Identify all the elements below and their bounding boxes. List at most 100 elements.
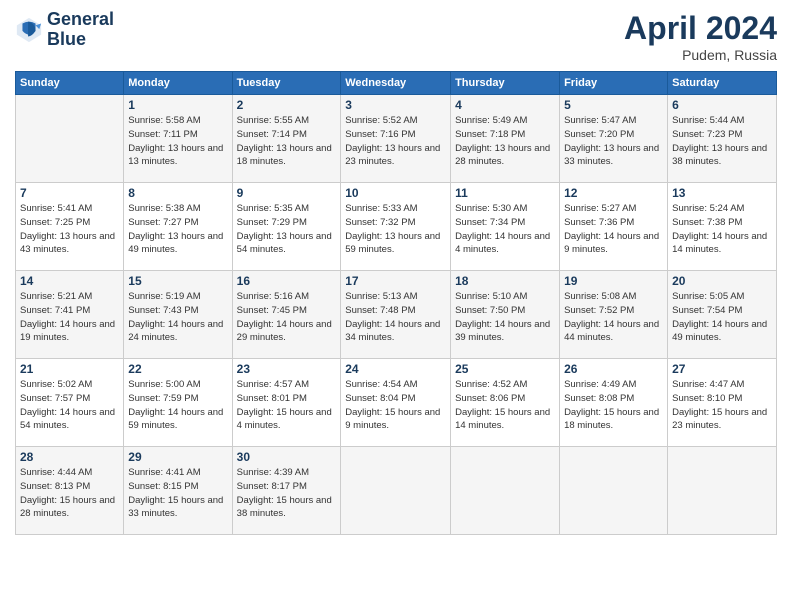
calendar-header: Sunday Monday Tuesday Wednesday Thursday… bbox=[16, 72, 777, 95]
day-info: Sunrise: 5:21 AM Sunset: 7:41 PM Dayligh… bbox=[20, 290, 119, 345]
day-info: Sunrise: 5:13 AM Sunset: 7:48 PM Dayligh… bbox=[345, 290, 446, 345]
day-info: Sunrise: 5:58 AM Sunset: 7:11 PM Dayligh… bbox=[128, 114, 227, 169]
logo: General Blue bbox=[15, 10, 114, 50]
day-number: 10 bbox=[345, 186, 446, 200]
day-number: 8 bbox=[128, 186, 227, 200]
day-number: 12 bbox=[564, 186, 663, 200]
calendar-cell: 3 Sunrise: 5:52 AM Sunset: 7:16 PM Daylig… bbox=[341, 95, 451, 183]
day-number: 5 bbox=[564, 98, 663, 112]
calendar-cell: 21 Sunrise: 5:02 AM Sunset: 7:57 PM Dayli… bbox=[16, 359, 124, 447]
day-number: 1 bbox=[128, 98, 227, 112]
day-number: 23 bbox=[237, 362, 337, 376]
calendar-cell: 25 Sunrise: 4:52 AM Sunset: 8:06 PM Dayli… bbox=[451, 359, 560, 447]
day-number: 29 bbox=[128, 450, 227, 464]
day-info: Sunrise: 4:39 AM Sunset: 8:17 PM Dayligh… bbox=[237, 466, 337, 521]
calendar-cell: 13Sunrise: 5:24 AM Sunset: 7:38 PM Dayli… bbox=[668, 183, 777, 271]
day-info: Sunrise: 5:52 AM Sunset: 7:16 PM Dayligh… bbox=[345, 114, 446, 169]
day-number: 18 bbox=[455, 274, 555, 288]
day-info: Sunrise: 5:02 AM Sunset: 7:57 PM Dayligh… bbox=[20, 378, 119, 433]
day-info: Sunrise: 5:19 AM Sunset: 7:43 PM Dayligh… bbox=[128, 290, 227, 345]
day-info: Sunrise: 5:47 AM Sunset: 7:20 PM Dayligh… bbox=[564, 114, 663, 169]
day-info: Sunrise: 4:57 AM Sunset: 8:01 PM Dayligh… bbox=[237, 378, 337, 433]
logo-icon bbox=[15, 16, 43, 44]
day-info: Sunrise: 5:49 AM Sunset: 7:18 PM Dayligh… bbox=[455, 114, 555, 169]
day-number: 24 bbox=[345, 362, 446, 376]
calendar-cell: 6Sunrise: 5:44 AM Sunset: 7:23 PM Daylig… bbox=[668, 95, 777, 183]
calendar-cell: 5 Sunrise: 5:47 AM Sunset: 7:20 PM Daylig… bbox=[560, 95, 668, 183]
day-number: 17 bbox=[345, 274, 446, 288]
calendar-cell: 27Sunrise: 4:47 AM Sunset: 8:10 PM Dayli… bbox=[668, 359, 777, 447]
calendar-cell: 1 Sunrise: 5:58 AM Sunset: 7:11 PM Daylig… bbox=[124, 95, 232, 183]
calendar-cell: 18 Sunrise: 5:10 AM Sunset: 7:50 PM Dayli… bbox=[451, 271, 560, 359]
calendar-cell: 23 Sunrise: 4:57 AM Sunset: 8:01 PM Dayli… bbox=[232, 359, 341, 447]
col-monday: Monday bbox=[124, 72, 232, 95]
header: General Blue April 2024 Pudem, Russia bbox=[15, 10, 777, 63]
day-info: Sunrise: 5:38 AM Sunset: 7:27 PM Dayligh… bbox=[128, 202, 227, 257]
col-thursday: Thursday bbox=[451, 72, 560, 95]
day-info: Sunrise: 4:54 AM Sunset: 8:04 PM Dayligh… bbox=[345, 378, 446, 433]
calendar-cell: 22Sunrise: 5:00 AM Sunset: 7:59 PM Dayli… bbox=[124, 359, 232, 447]
calendar-cell: 7 Sunrise: 5:41 AM Sunset: 7:25 PM Daylig… bbox=[16, 183, 124, 271]
calendar-cell: 8 Sunrise: 5:38 AM Sunset: 7:27 PM Daylig… bbox=[124, 183, 232, 271]
calendar-cell: 17 Sunrise: 5:13 AM Sunset: 7:48 PM Dayli… bbox=[341, 271, 451, 359]
day-info: Sunrise: 4:44 AM Sunset: 8:13 PM Dayligh… bbox=[20, 466, 119, 521]
day-number: 20 bbox=[672, 274, 772, 288]
calendar-cell bbox=[16, 95, 124, 183]
day-info: Sunrise: 5:24 AM Sunset: 7:38 PM Dayligh… bbox=[672, 202, 772, 257]
week-row-1: 1 Sunrise: 5:58 AM Sunset: 7:11 PM Daylig… bbox=[16, 95, 777, 183]
day-info: Sunrise: 5:44 AM Sunset: 7:23 PM Dayligh… bbox=[672, 114, 772, 169]
day-number: 7 bbox=[20, 186, 119, 200]
day-number: 3 bbox=[345, 98, 446, 112]
col-sunday: Sunday bbox=[16, 72, 124, 95]
calendar-cell: 28Sunrise: 4:44 AM Sunset: 8:13 PM Dayli… bbox=[16, 447, 124, 535]
day-number: 25 bbox=[455, 362, 555, 376]
calendar-cell: 20 Sunrise: 5:05 AM Sunset: 7:54 PM Dayli… bbox=[668, 271, 777, 359]
page: General Blue April 2024 Pudem, Russia Su… bbox=[0, 0, 792, 612]
calendar-cell: 9Sunrise: 5:35 AM Sunset: 7:29 PM Daylig… bbox=[232, 183, 341, 271]
calendar-cell: 11Sunrise: 5:30 AM Sunset: 7:34 PM Dayli… bbox=[451, 183, 560, 271]
day-number: 16 bbox=[237, 274, 337, 288]
logo-text: General Blue bbox=[47, 10, 114, 50]
day-number: 22 bbox=[128, 362, 227, 376]
day-info: Sunrise: 5:30 AM Sunset: 7:34 PM Dayligh… bbox=[455, 202, 555, 257]
calendar-cell: 30Sunrise: 4:39 AM Sunset: 8:17 PM Dayli… bbox=[232, 447, 341, 535]
day-info: Sunrise: 5:33 AM Sunset: 7:32 PM Dayligh… bbox=[345, 202, 446, 257]
day-info: Sunrise: 5:55 AM Sunset: 7:14 PM Dayligh… bbox=[237, 114, 337, 169]
calendar-subtitle: Pudem, Russia bbox=[624, 47, 777, 63]
calendar-cell bbox=[341, 447, 451, 535]
day-info: Sunrise: 4:52 AM Sunset: 8:06 PM Dayligh… bbox=[455, 378, 555, 433]
calendar-cell: 26 Sunrise: 4:49 AM Sunset: 8:08 PM Dayli… bbox=[560, 359, 668, 447]
calendar-cell: 14 Sunrise: 5:21 AM Sunset: 7:41 PM Dayli… bbox=[16, 271, 124, 359]
day-number: 14 bbox=[20, 274, 119, 288]
day-info: Sunrise: 4:49 AM Sunset: 8:08 PM Dayligh… bbox=[564, 378, 663, 433]
day-number: 2 bbox=[237, 98, 337, 112]
day-number: 19 bbox=[564, 274, 663, 288]
col-friday: Friday bbox=[560, 72, 668, 95]
week-row-4: 21 Sunrise: 5:02 AM Sunset: 7:57 PM Dayli… bbox=[16, 359, 777, 447]
day-info: Sunrise: 5:10 AM Sunset: 7:50 PM Dayligh… bbox=[455, 290, 555, 345]
day-info: Sunrise: 5:05 AM Sunset: 7:54 PM Dayligh… bbox=[672, 290, 772, 345]
calendar-cell: 2 Sunrise: 5:55 AM Sunset: 7:14 PM Daylig… bbox=[232, 95, 341, 183]
calendar-cell bbox=[560, 447, 668, 535]
week-row-2: 7 Sunrise: 5:41 AM Sunset: 7:25 PM Daylig… bbox=[16, 183, 777, 271]
day-info: Sunrise: 5:27 AM Sunset: 7:36 PM Dayligh… bbox=[564, 202, 663, 257]
calendar-cell: 29 Sunrise: 4:41 AM Sunset: 8:15 PM Dayli… bbox=[124, 447, 232, 535]
col-saturday: Saturday bbox=[668, 72, 777, 95]
day-number: 15 bbox=[128, 274, 227, 288]
day-info: Sunrise: 5:41 AM Sunset: 7:25 PM Dayligh… bbox=[20, 202, 119, 257]
day-info: Sunrise: 5:35 AM Sunset: 7:29 PM Dayligh… bbox=[237, 202, 337, 257]
calendar-cell: 15 Sunrise: 5:19 AM Sunset: 7:43 PM Dayli… bbox=[124, 271, 232, 359]
calendar-cell bbox=[668, 447, 777, 535]
calendar-cell: 12 Sunrise: 5:27 AM Sunset: 7:36 PM Dayli… bbox=[560, 183, 668, 271]
calendar-cell: 10 Sunrise: 5:33 AM Sunset: 7:32 PM Dayli… bbox=[341, 183, 451, 271]
week-row-3: 14 Sunrise: 5:21 AM Sunset: 7:41 PM Dayli… bbox=[16, 271, 777, 359]
day-info: Sunrise: 4:47 AM Sunset: 8:10 PM Dayligh… bbox=[672, 378, 772, 433]
day-number: 26 bbox=[564, 362, 663, 376]
col-wednesday: Wednesday bbox=[341, 72, 451, 95]
day-number: 21 bbox=[20, 362, 119, 376]
day-info: Sunrise: 4:41 AM Sunset: 8:15 PM Dayligh… bbox=[128, 466, 227, 521]
day-number: 4 bbox=[455, 98, 555, 112]
calendar-cell: 16 Sunrise: 5:16 AM Sunset: 7:45 PM Dayli… bbox=[232, 271, 341, 359]
day-info: Sunrise: 5:16 AM Sunset: 7:45 PM Dayligh… bbox=[237, 290, 337, 345]
logo-line2: Blue bbox=[47, 30, 114, 50]
